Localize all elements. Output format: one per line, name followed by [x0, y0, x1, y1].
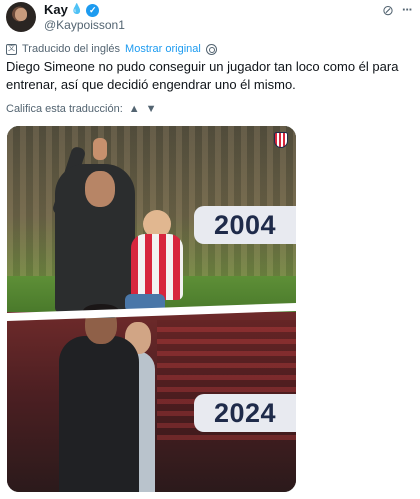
- user-handle[interactable]: @Kaypoisson1: [44, 18, 125, 32]
- raised-hand: [93, 138, 107, 160]
- grok-icon[interactable]: ⊘: [380, 2, 396, 18]
- tweet-image[interactable]: 2004 2024: [7, 126, 296, 492]
- coach-black-suit: [59, 336, 139, 492]
- display-name[interactable]: Kay: [44, 3, 68, 17]
- translation-info: 文 Traducido del inglés Mostrar original: [6, 42, 217, 56]
- settings-icon[interactable]: [205, 43, 217, 55]
- man-head: [85, 171, 115, 207]
- thumbs-down-icon[interactable]: ▼: [146, 103, 157, 115]
- thumbs-up-icon[interactable]: ▲: [129, 103, 140, 115]
- club-crest-icon: [274, 132, 288, 148]
- rate-translation: Califica esta traducción: ▲ ▼: [6, 102, 157, 116]
- tweet-text: Diego Simeone no pudo conseguir un jugad…: [6, 59, 399, 92]
- verified-badge-icon[interactable]: ✓: [86, 3, 100, 17]
- show-original-link[interactable]: Mostrar original: [125, 43, 201, 55]
- avatar[interactable]: [6, 2, 36, 32]
- translated-from-label: Traducido del inglés: [22, 43, 121, 55]
- child-striped-shirt: [131, 234, 183, 300]
- year-badge-2024: 2024: [194, 394, 296, 432]
- tweet-header: Kay 💧 ✓ @Kaypoisson1 ⊘ ···: [6, 2, 414, 32]
- droplet-emoji: 💧: [70, 4, 84, 15]
- more-options-icon[interactable]: ···: [400, 2, 414, 18]
- rate-translation-label: Califica esta traducción:: [6, 103, 123, 115]
- year-badge-2004: 2004: [194, 206, 296, 244]
- name-row: Kay 💧 ✓: [44, 3, 100, 17]
- translate-icon: 文: [6, 43, 17, 55]
